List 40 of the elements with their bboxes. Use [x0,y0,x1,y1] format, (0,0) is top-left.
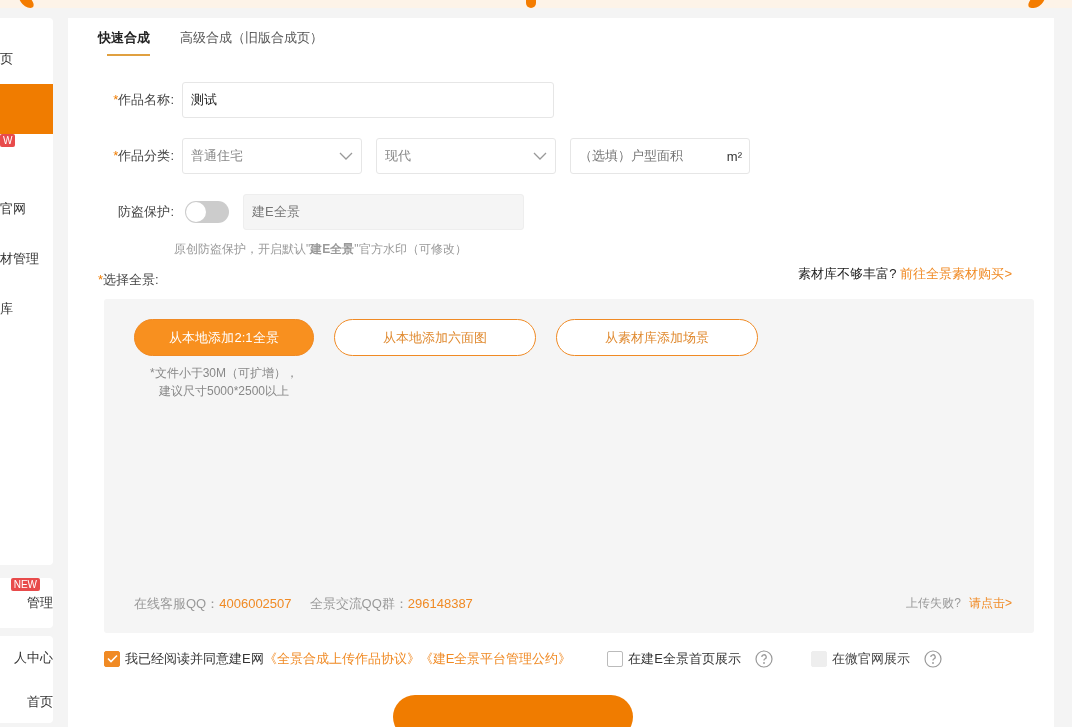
new-badge: NEW [10,578,40,591]
hint-text: 原创防盗保护，开启默认"建E全景"官方水印（可修改） [174,240,468,258]
required-mark: * [113,91,119,107]
tab[interactable]: 高级合成（旧版合成页） [180,28,323,56]
start-button[interactable] [393,694,633,727]
unit-label: m² [726,147,742,166]
sidebar-item[interactable]: 管理 [27,593,53,613]
note-text: 建议尺寸5000*2500以上 [158,383,290,400]
tab[interactable]: 快速合成 [98,28,150,56]
sidebar-item[interactable]: 材管理 [0,249,39,269]
field-label: 作品名称: [118,91,174,107]
contact-text: 在线客服QQ：4006002507 [134,594,292,613]
promo-text: 素材库不够丰富? 前往全景素材购买> [798,264,1012,283]
agreement-text: 我已经阅读并同意建E网 [125,650,264,668]
help-icon[interactable] [924,649,942,668]
required-mark: * [113,147,119,163]
name-field[interactable]: 测试 [182,81,554,118]
sidebar-item[interactable]: 官网 [0,199,26,219]
checkbox[interactable] [104,650,120,667]
field-label: 作品分类: [118,147,174,163]
required-mark: * [98,271,104,287]
help-icon[interactable] [755,649,773,668]
field-label: 防盗保护: [118,203,174,219]
select-field[interactable]: 现代 [376,137,556,174]
sidebar-item[interactable]: 库 [0,299,13,319]
sidebar-item[interactable]: 人中心 [14,648,53,668]
sidebar-item[interactable]: 首页 [27,691,53,711]
sidebar-item[interactable]: 页 [0,49,13,69]
option-label: 在建E全景首页展示 [628,650,741,668]
toggle-switch[interactable] [185,200,229,223]
new-badge: W [0,134,16,147]
checkbox[interactable] [607,650,624,667]
note-text: *文件小于30M（可扩增）， [150,365,298,382]
option-label: 在微官网展示 [832,650,910,668]
chevron-down-icon [339,151,353,160]
chevron-down-icon [533,151,547,160]
contact-text: 全景交流QQ群：296148387 [309,594,473,613]
select-field[interactable]: 普通住宅 [182,137,362,174]
fail-text: 上传失败? [906,595,961,613]
field-label: 选择全景: [103,271,159,287]
